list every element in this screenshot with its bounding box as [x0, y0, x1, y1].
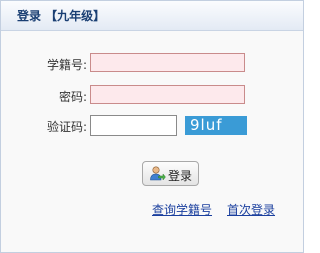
student-id-row: 学籍号: [1, 53, 303, 75]
captcha-image[interactable]: 9luf [185, 116, 247, 135]
captcha-label: 验证码: [46, 120, 87, 134]
password-label: 密码: [58, 90, 87, 104]
password-input[interactable] [90, 85, 245, 104]
page-title: 登录 【九年级】 [17, 9, 106, 23]
user-login-icon [150, 166, 166, 181]
captcha-row: 验证码: 9luf [1, 115, 303, 137]
captcha-input[interactable] [90, 115, 177, 136]
student-id-label: 学籍号: [46, 58, 87, 72]
password-row: 密码: [1, 85, 303, 107]
login-button[interactable]: 登录 [142, 161, 199, 186]
login-panel: 登录 【九年级】 学籍号: 密码: 验证码: 9luf 登录 查询学籍号 首次登… [0, 0, 304, 253]
query-student-id-link[interactable]: 查询学籍号 [152, 201, 212, 218]
first-login-link[interactable]: 首次登录 [227, 201, 275, 218]
panel-header: 登录 【九年级】 [1, 1, 303, 31]
login-button-label: 登录 [168, 169, 193, 183]
student-id-input[interactable] [90, 53, 245, 72]
